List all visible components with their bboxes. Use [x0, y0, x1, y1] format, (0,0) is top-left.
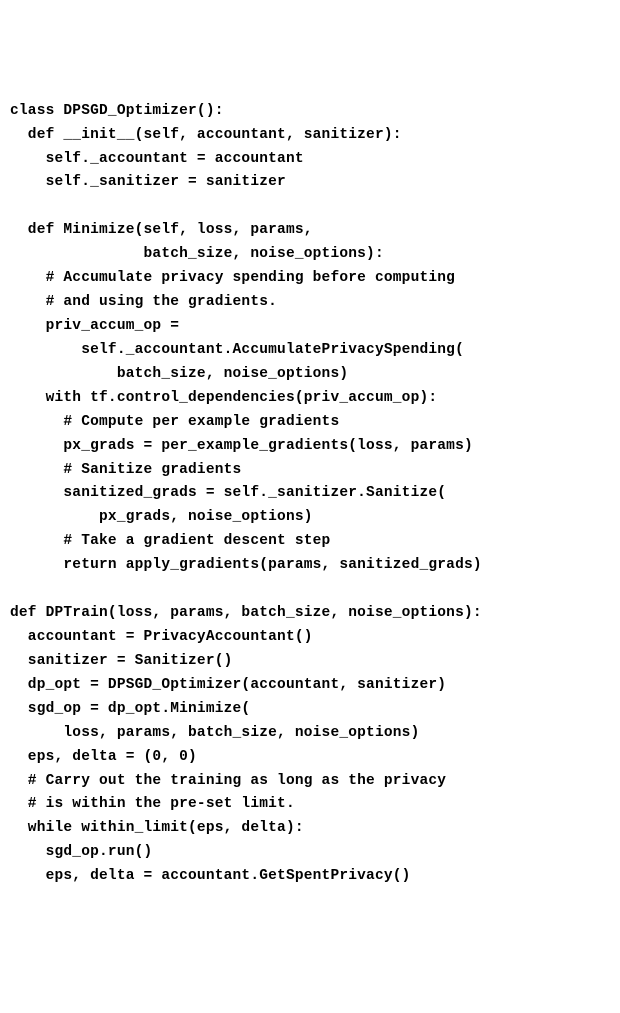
- code-line: batch_size, noise_options): [10, 363, 610, 387]
- code-line: [10, 195, 610, 219]
- code-line: accountant = PrivacyAccountant(): [10, 626, 610, 650]
- code-line: # Compute per example gradients: [10, 411, 610, 435]
- code-line: sanitized_grads = self._sanitizer.Saniti…: [10, 482, 610, 506]
- code-line: def __init__(self, accountant, sanitizer…: [10, 124, 610, 148]
- code-line: # and using the gradients.: [10, 291, 610, 315]
- code-line: # Take a gradient descent step: [10, 530, 610, 554]
- code-line: sgd_op.run(): [10, 841, 610, 865]
- code-line: eps, delta = (0, 0): [10, 746, 610, 770]
- code-line: eps, delta = accountant.GetSpentPrivacy(…: [10, 865, 610, 889]
- code-line: px_grads, noise_options): [10, 506, 610, 530]
- code-line: # Carry out the training as long as the …: [10, 770, 610, 794]
- code-line: def DPTrain(loss, params, batch_size, no…: [10, 602, 610, 626]
- code-line: # Accumulate privacy spending before com…: [10, 267, 610, 291]
- code-line: self._accountant = accountant: [10, 148, 610, 172]
- code-line: sgd_op = dp_opt.Minimize(: [10, 698, 610, 722]
- code-line: dp_opt = DPSGD_Optimizer(accountant, san…: [10, 674, 610, 698]
- code-line: while within_limit(eps, delta):: [10, 817, 610, 841]
- code-line: return apply_gradients(params, sanitized…: [10, 554, 610, 578]
- code-line: def Minimize(self, loss, params,: [10, 219, 610, 243]
- code-line: loss, params, batch_size, noise_options): [10, 722, 610, 746]
- code-line: px_grads = per_example_gradients(loss, p…: [10, 435, 610, 459]
- code-line: class DPSGD_Optimizer():: [10, 100, 610, 124]
- code-line: self._sanitizer = sanitizer: [10, 171, 610, 195]
- code-line: # Sanitize gradients: [10, 459, 610, 483]
- code-line: sanitizer = Sanitizer(): [10, 650, 610, 674]
- code-line: priv_accum_op =: [10, 315, 610, 339]
- code-line: with tf.control_dependencies(priv_accum_…: [10, 387, 610, 411]
- code-block: class DPSGD_Optimizer(): def __init__(se…: [10, 100, 610, 889]
- code-line: self._accountant.AccumulatePrivacySpendi…: [10, 339, 610, 363]
- code-line: # is within the pre-set limit.: [10, 793, 610, 817]
- code-line: batch_size, noise_options):: [10, 243, 610, 267]
- code-line: [10, 578, 610, 602]
